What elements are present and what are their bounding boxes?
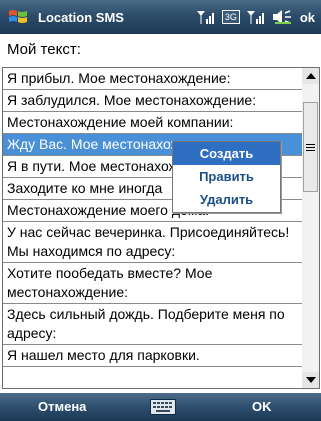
list-item[interactable]: Местонахождение моей компании: <box>3 112 303 134</box>
ok-softkey[interactable]: OK <box>252 393 272 421</box>
softkey-bar: Отмена OK <box>0 393 321 421</box>
signal-strength-icon[interactable] <box>246 9 266 25</box>
scroll-down-button[interactable] <box>302 372 319 388</box>
list-item[interactable]: Я прибыл. Мое местонахождение: <box>3 68 303 90</box>
grip-icon <box>306 143 315 151</box>
windows-start-icon[interactable] <box>0 0 36 34</box>
app-title: Location SMS <box>38 9 124 25</box>
signal-icon[interactable] <box>196 9 216 25</box>
cancel-softkey[interactable]: Отмена <box>38 393 86 421</box>
scroll-thumb[interactable] <box>303 102 318 192</box>
message-list: Я прибыл. Мое местонахождение: Я заблудил… <box>2 67 304 389</box>
scroll-down-icon <box>305 377 316 383</box>
scroll-up-icon <box>305 73 316 79</box>
delete-menu-item[interactable]: Удалить <box>173 188 280 211</box>
list-item[interactable]: Хотите пообедать вместе? Мое местонахожд… <box>3 263 303 304</box>
network-3g-icon[interactable]: 3G <box>221 10 240 24</box>
scroll-up-button[interactable] <box>302 68 319 84</box>
list-item[interactable]: Здесь сильный дождь. Подберите меня по а… <box>3 304 303 345</box>
list-item[interactable]: У нас сейчас вечеринка. Присоединяйтесь!… <box>3 222 303 263</box>
title-ok-button[interactable]: ok <box>300 10 315 25</box>
create-menu-item[interactable]: Создать <box>173 142 280 165</box>
scrollbar[interactable] <box>302 67 320 389</box>
my-text-heading: Мой текст: <box>7 41 81 58</box>
context-menu: Создать Править Удалить <box>172 141 281 213</box>
keyboard-icon[interactable] <box>150 399 176 415</box>
list-item[interactable]: Я нашел место для парковки. <box>3 345 303 367</box>
volume-icon[interactable] <box>272 9 294 25</box>
title-bar: Location SMS 3G ok <box>0 0 321 34</box>
list-item[interactable]: Я заблудился. Мое местонахождение: <box>3 90 303 112</box>
edit-menu-item[interactable]: Править <box>173 165 280 188</box>
